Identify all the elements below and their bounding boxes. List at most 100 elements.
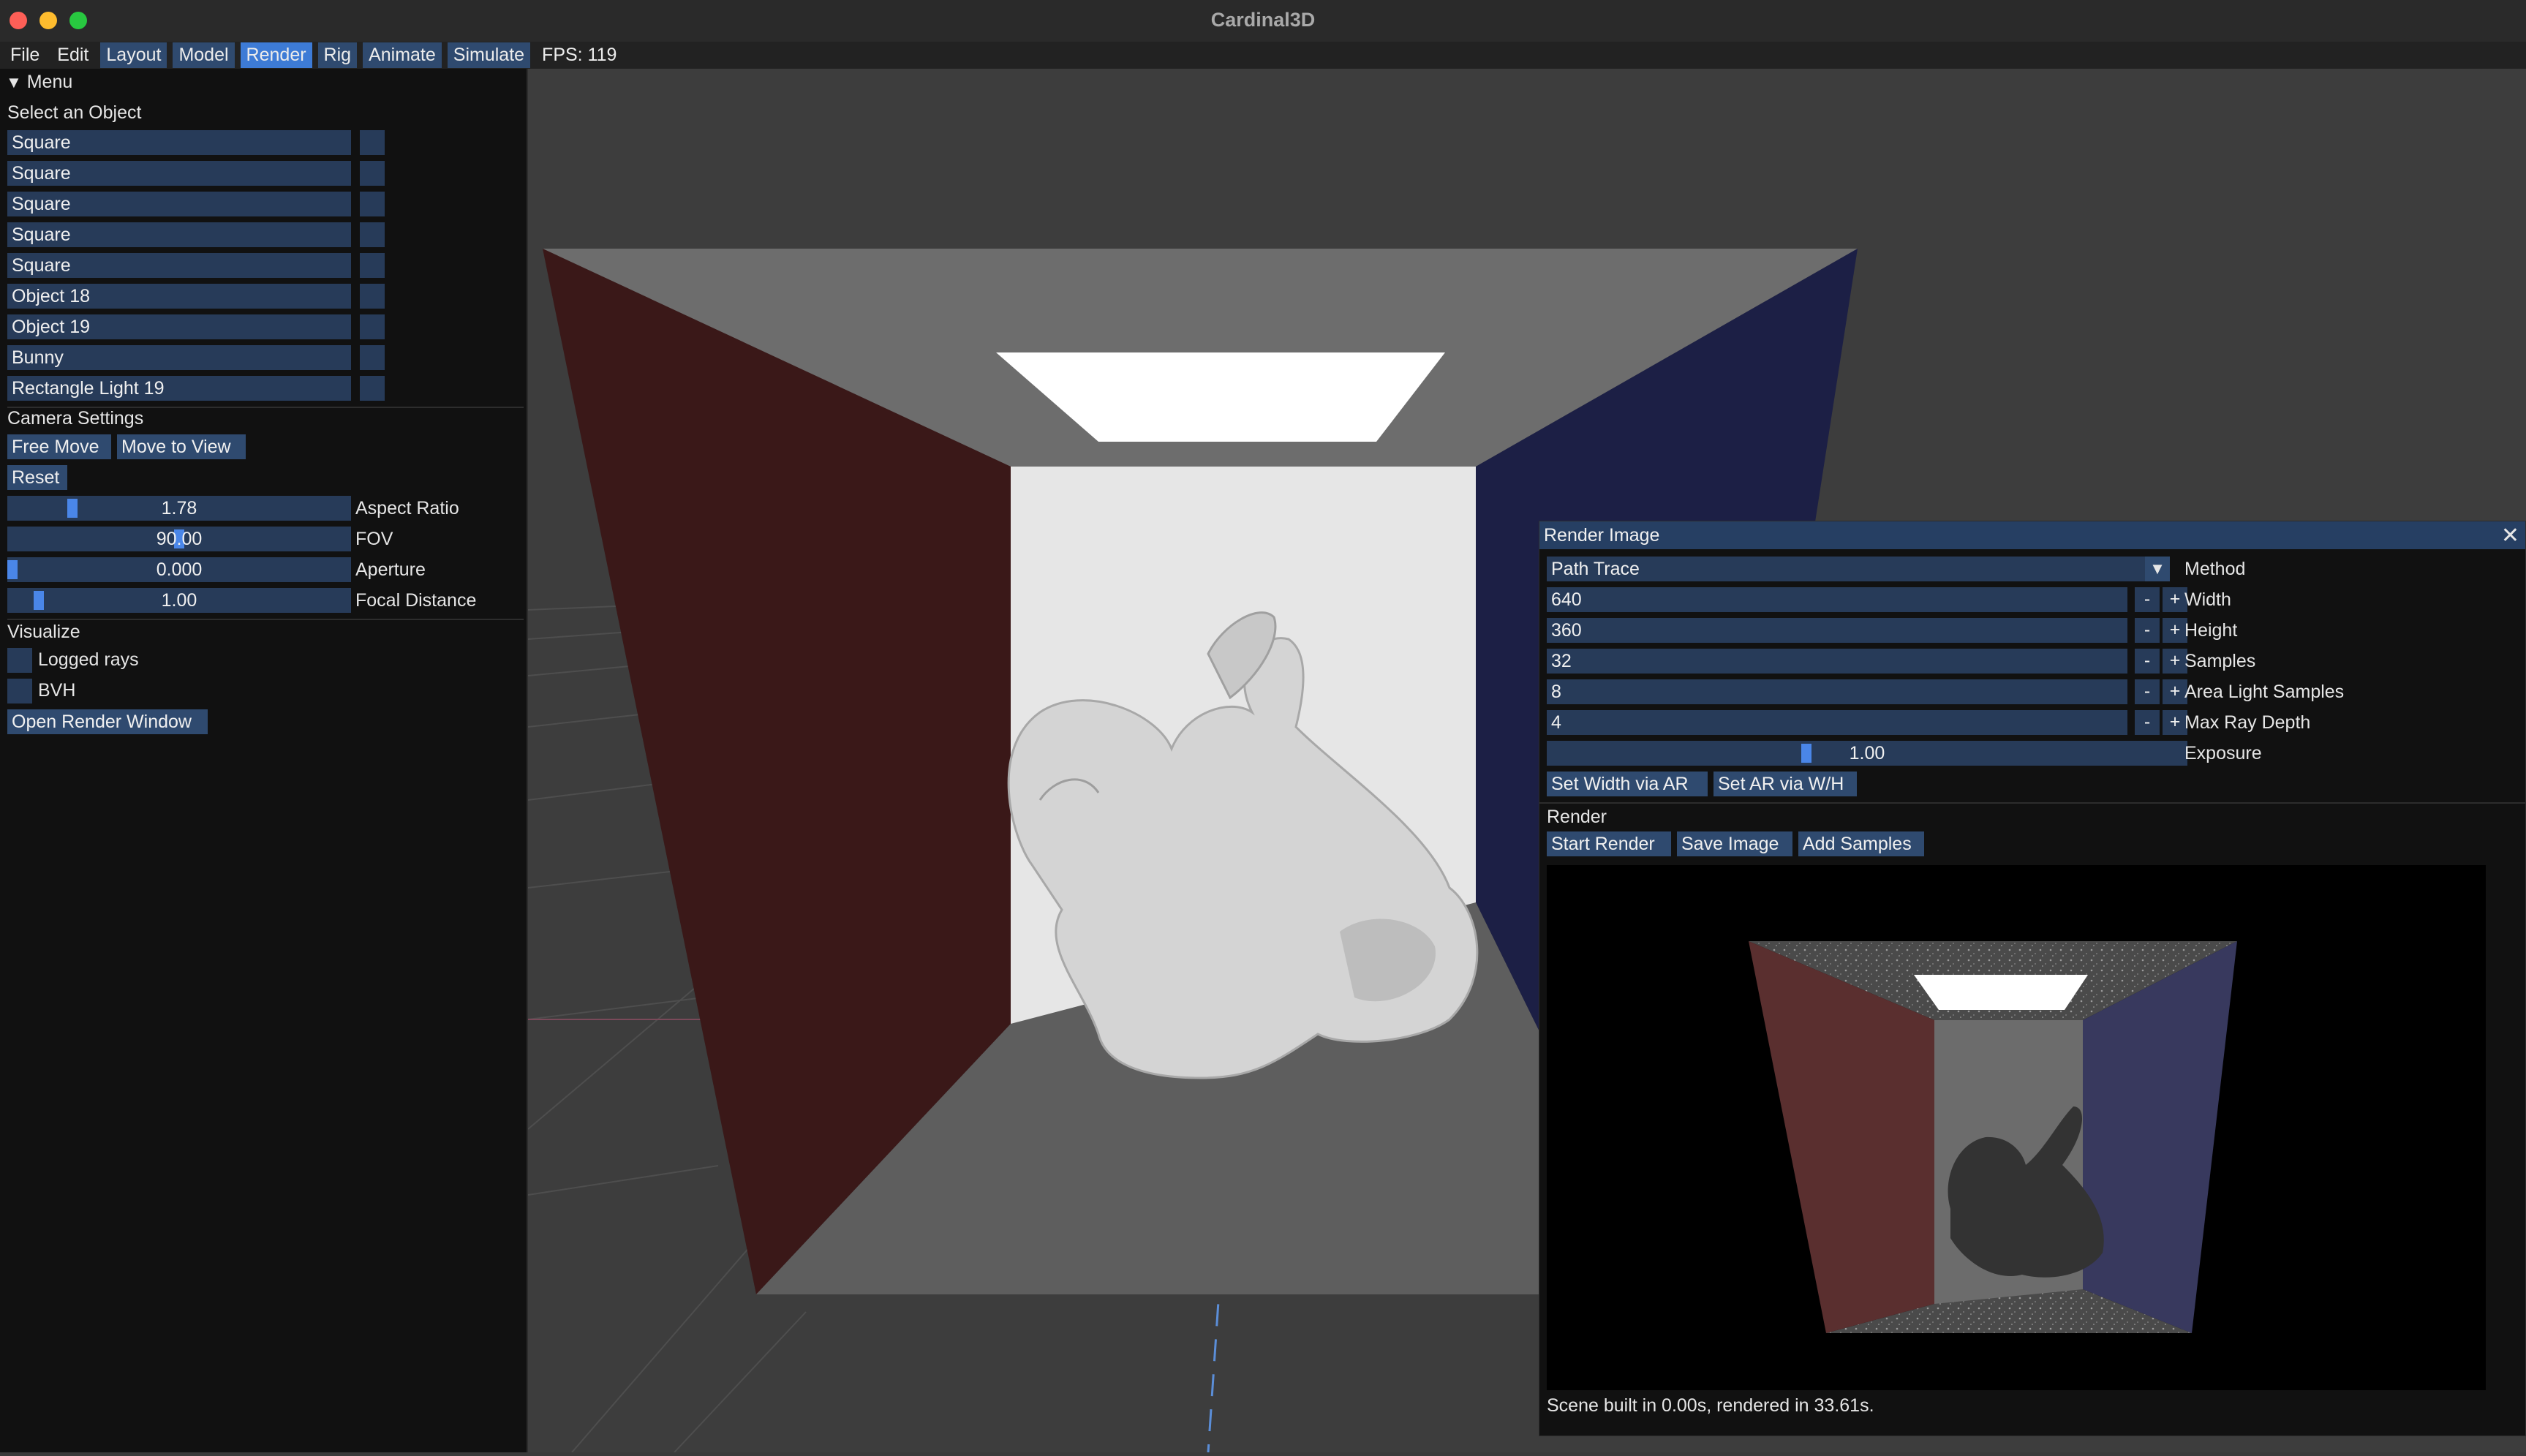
object-row[interactable]: Square xyxy=(7,192,351,216)
set-ar-via-wh-button[interactable]: Set AR via W/H xyxy=(1713,772,1857,796)
object-label: Bunny xyxy=(12,347,64,368)
slider-value: 90.00 xyxy=(156,529,203,549)
height-input[interactable]: 360 xyxy=(1547,618,2127,643)
start-render-button[interactable]: Start Render xyxy=(1547,831,1671,856)
focal-distance-slider[interactable]: 1.00 xyxy=(7,588,351,613)
object-label: Rectangle Light 19 xyxy=(12,378,165,399)
fps-counter: FPS: 119 xyxy=(542,45,617,65)
divider xyxy=(1539,802,2525,804)
free-move-button[interactable]: Free Move xyxy=(7,434,111,459)
method-value: Path Trace xyxy=(1551,559,1640,579)
slider-value: 1.78 xyxy=(161,498,197,518)
object-visibility-checkbox[interactable] xyxy=(360,222,385,247)
max-ray-depth-increment-button[interactable]: + xyxy=(2163,710,2187,735)
slider-value: 0.000 xyxy=(156,559,203,580)
aspect-ratio-slider[interactable]: 1.78 xyxy=(7,496,351,521)
logged-rays-checkbox[interactable] xyxy=(7,648,32,673)
max-ray-depth-input[interactable]: 4 xyxy=(1547,710,2127,735)
object-row[interactable]: Square xyxy=(7,222,351,247)
fov-slider[interactable]: 90.00 xyxy=(7,527,351,551)
object-row[interactable]: Rectangle Light 19 xyxy=(7,376,351,401)
menu-file[interactable]: File xyxy=(4,42,45,68)
object-label: Square xyxy=(12,225,71,245)
save-image-button[interactable]: Save Image xyxy=(1677,831,1792,856)
samples-label: Samples xyxy=(2184,651,2256,671)
object-label: Object 18 xyxy=(12,286,91,306)
object-row[interactable]: Object 19 xyxy=(7,314,351,339)
object-row[interactable]: Square xyxy=(7,253,351,278)
render-status-text: Scene built in 0.00s, rendered in 33.61s… xyxy=(1547,1395,1874,1416)
exposure-slider[interactable]: 1.00 xyxy=(1547,741,2187,766)
object-visibility-checkbox[interactable] xyxy=(360,345,385,370)
bvh-checkbox[interactable] xyxy=(7,679,32,704)
render-section-header: Render xyxy=(1547,807,1607,827)
set-width-via-ar-button[interactable]: Set Width via AR xyxy=(1547,772,1708,796)
menu-header-label: Menu xyxy=(26,72,73,92)
render-image-window: Render Image ✕ Path Trace ▼ Method 640 -… xyxy=(1539,521,2526,1436)
select-object-title: Select an Object xyxy=(7,102,142,123)
samples-increment-button[interactable]: + xyxy=(2163,649,2187,674)
object-row[interactable]: Square xyxy=(7,161,351,186)
object-label: Square xyxy=(12,132,71,153)
width-input[interactable]: 640 xyxy=(1547,587,2127,612)
height-increment-button[interactable]: + xyxy=(2163,618,2187,643)
area-light-samples-value: 8 xyxy=(1551,682,1561,702)
visualize-title: Visualize xyxy=(7,622,80,642)
object-visibility-checkbox[interactable] xyxy=(360,314,385,339)
aspect-ratio-label: Aspect Ratio xyxy=(355,498,459,518)
max-ray-depth-value: 4 xyxy=(1551,712,1561,733)
add-samples-button[interactable]: Add Samples xyxy=(1798,831,1924,856)
object-visibility-checkbox[interactable] xyxy=(360,376,385,401)
mode-animate-button[interactable]: Animate xyxy=(363,42,442,68)
menu-collapse-header[interactable]: ▼ Menu xyxy=(6,72,72,93)
mode-render-button[interactable]: Render xyxy=(240,42,312,68)
area-light-samples-decrement-button[interactable]: - xyxy=(2135,679,2160,704)
aperture-slider[interactable]: 0.000 xyxy=(7,557,351,582)
window-title: Cardinal3D xyxy=(1210,9,1316,31)
menu-bar: File Edit Layout Model Render Rig Animat… xyxy=(0,42,2526,69)
samples-decrement-button[interactable]: - xyxy=(2135,649,2160,674)
mode-layout-button[interactable]: Layout xyxy=(100,42,167,68)
object-visibility-checkbox[interactable] xyxy=(360,192,385,216)
width-increment-button[interactable]: + xyxy=(2163,587,2187,612)
method-label: Method xyxy=(2184,559,2246,579)
exposure-value: 1.00 xyxy=(1849,743,1885,763)
area-light-samples-label: Area Light Samples xyxy=(2184,682,2345,702)
object-row[interactable]: Object 18 xyxy=(7,284,351,309)
logged-rays-label: Logged rays xyxy=(38,649,139,670)
object-label: Square xyxy=(12,163,71,184)
mode-model-button[interactable]: Model xyxy=(173,42,235,68)
width-decrement-button[interactable]: - xyxy=(2135,587,2160,612)
object-visibility-checkbox[interactable] xyxy=(360,284,385,309)
area-light-samples-input[interactable]: 8 xyxy=(1547,679,2127,704)
object-visibility-checkbox[interactable] xyxy=(360,161,385,186)
window-titlebar: Cardinal3D xyxy=(0,0,2526,42)
exposure-label: Exposure xyxy=(2184,743,2262,763)
open-render-window-button[interactable]: Open Render Window xyxy=(7,709,208,734)
focal-distance-label: Focal Distance xyxy=(355,590,477,611)
close-icon[interactable]: ✕ xyxy=(2501,523,2519,548)
divider xyxy=(7,619,524,620)
width-value: 640 xyxy=(1551,589,1582,610)
area-light-samples-increment-button[interactable]: + xyxy=(2163,679,2187,704)
method-select[interactable]: Path Trace ▼ xyxy=(1547,557,2170,581)
object-row[interactable]: Bunny xyxy=(7,345,351,370)
object-visibility-checkbox[interactable] xyxy=(360,130,385,155)
samples-input[interactable]: 32 xyxy=(1547,649,2127,674)
samples-value: 32 xyxy=(1551,651,1572,671)
render-window-titlebar[interactable]: Render Image ✕ xyxy=(1539,521,2525,549)
menu-edit[interactable]: Edit xyxy=(51,42,94,68)
fov-label: FOV xyxy=(355,529,393,549)
mode-simulate-button[interactable]: Simulate xyxy=(447,42,531,68)
reset-camera-button[interactable]: Reset xyxy=(7,465,67,490)
mode-rig-button[interactable]: Rig xyxy=(317,42,358,68)
triangle-down-icon[interactable]: ▼ xyxy=(2145,557,2170,581)
object-visibility-checkbox[interactable] xyxy=(360,253,385,278)
move-to-view-button[interactable]: Move to View xyxy=(117,434,246,459)
render-preview-graphic xyxy=(1547,865,2486,1390)
max-ray-depth-decrement-button[interactable]: - xyxy=(2135,710,2160,735)
height-label: Height xyxy=(2184,620,2238,641)
object-row[interactable]: Square xyxy=(7,130,351,155)
height-decrement-button[interactable]: - xyxy=(2135,618,2160,643)
height-value: 360 xyxy=(1551,620,1582,641)
